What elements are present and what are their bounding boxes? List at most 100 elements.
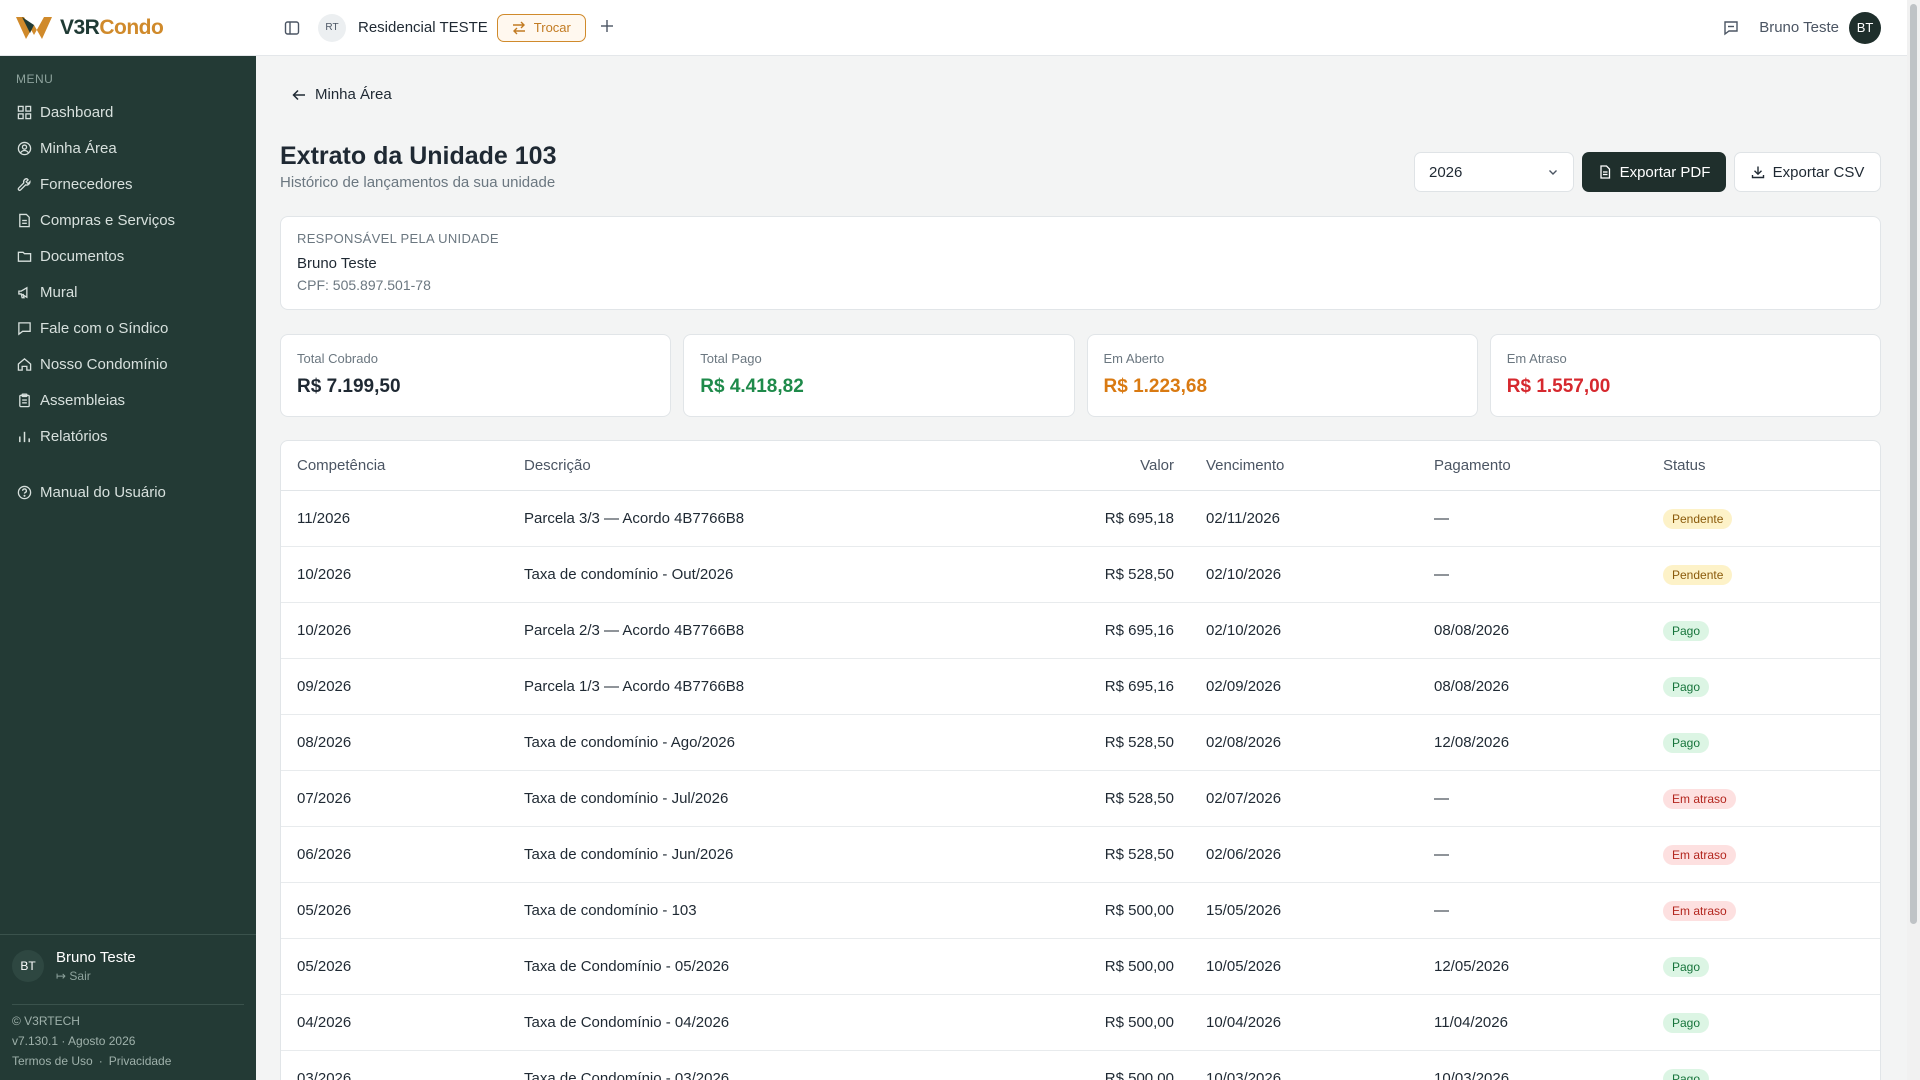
privacy-link[interactable]: Privacidade — [109, 1054, 172, 1068]
cell-valor: R$ 528,50 — [1104, 734, 1174, 751]
sidebar-item-dashboard[interactable]: Dashboard — [0, 94, 256, 130]
sidebar-toggle-button[interactable] — [278, 14, 306, 42]
col-status: Status — [1663, 457, 1706, 474]
cell-descricao: Taxa de condomínio - 103 — [524, 902, 697, 919]
help-circle-icon — [17, 485, 32, 499]
cell-pagamento: — — [1434, 566, 1449, 583]
cell-competencia: 05/2026 — [297, 902, 352, 919]
sidebar-item-manual[interactable]: Manual do Usuário — [0, 474, 256, 510]
scrollbar-thumb[interactable] — [1910, 4, 1917, 924]
col-vencimento: Vencimento — [1206, 457, 1285, 474]
add-condo-button[interactable] — [600, 16, 614, 39]
sidebar-item-nosso-condominio[interactable]: Nosso Condomínio — [0, 346, 256, 382]
logout-link[interactable]: ↦ Sair — [56, 969, 136, 983]
cell-pagamento: — — [1434, 902, 1449, 919]
cell-pagamento: 12/05/2026 — [1434, 958, 1510, 975]
table-row: 05/2026 Taxa de Condomínio - 05/2026 R$ 50… — [281, 939, 1880, 995]
responsible-label: RESPONSÁVEL PELA UNIDADE — [297, 231, 499, 246]
user-name[interactable]: Bruno Teste — [1759, 19, 1839, 36]
messages-button[interactable] — [1717, 14, 1745, 42]
user-avatar[interactable]: BT — [1849, 11, 1881, 44]
cell-status: Pago — [1663, 732, 1880, 753]
cell-descricao: Taxa de condomínio - Jun/2026 — [524, 846, 734, 863]
table-row: 11/2026 Parcela 3/3 — Acordo 4B7766B8 R$ 6… — [281, 491, 1880, 547]
sidebar-item-documentos[interactable]: Documentos — [0, 238, 256, 274]
responsible-card: RESPONSÁVEL PELA UNIDADE Bruno Teste CPF… — [280, 216, 1881, 310]
wrench-icon — [17, 177, 31, 191]
status-badge: Pago — [1663, 956, 1710, 977]
cell-pagamento: — — [1434, 510, 1449, 527]
year-select[interactable]: 2026 — [1414, 152, 1574, 192]
responsible-cpf: CPF: 505.897.501-78 — [297, 277, 431, 293]
sidebar-nav: Dashboard Minha Área Fornecedores Compra… — [0, 94, 256, 510]
file-icon — [1599, 165, 1610, 179]
cell-vencimento: 10/04/2026 — [1206, 1014, 1282, 1031]
logo[interactable]: V3RCondo — [0, 0, 256, 56]
condo-avatar: RT — [318, 13, 346, 42]
cell-competencia: 09/2026 — [297, 678, 352, 695]
cell-vencimento: 02/11/2026 — [1206, 510, 1280, 527]
sidebar-item-minha-area[interactable]: Minha Área — [0, 130, 256, 166]
table-row: 10/2026 Parcela 2/3 — Acordo 4B7766B8 R$ 6… — [281, 603, 1880, 659]
logo-text: V3RCondo — [60, 15, 164, 39]
cell-descricao: Taxa de Condomínio - 03/2026 — [524, 1070, 730, 1080]
page-subtitle: Histórico de lançamentos da sua unidade — [280, 174, 556, 191]
cell-status: Em atraso — [1663, 844, 1880, 865]
sidebar-item-compras-servicos[interactable]: Compras e Serviços — [0, 202, 256, 238]
download-icon — [1751, 166, 1764, 179]
footer-separator: · — [98, 1054, 103, 1068]
cell-status: Pendente — [1663, 508, 1880, 529]
logo-mark-icon — [16, 16, 52, 39]
status-badge: Pago — [1663, 676, 1710, 697]
chat-icon — [18, 321, 31, 335]
document-icon — [19, 213, 30, 227]
back-link[interactable]: Minha Área — [292, 86, 392, 103]
table-row: 10/2026 Taxa de condomínio - Out/2026 R$ 5… — [281, 547, 1880, 603]
arrow-left-icon — [292, 89, 305, 100]
cell-valor: R$ 500,00 — [1104, 1014, 1174, 1031]
col-descricao: Descrição — [524, 457, 591, 474]
table-row: 08/2026 Taxa de condomínio - Ago/2026 R$ 5… — [281, 715, 1880, 771]
status-badge: Em atraso — [1663, 788, 1736, 809]
sidebar-footer: © V3RTECH v7.130.1 · Agosto 2026 Termos … — [12, 1011, 177, 1071]
cell-status: Pago — [1663, 1012, 1880, 1033]
sidebar-item-assembleias[interactable]: Assembleias — [0, 382, 256, 418]
responsible-name: Bruno Teste — [297, 255, 377, 272]
sidebar-item-fale-sindico[interactable]: Fale com o Síndico — [0, 310, 256, 346]
cell-pagamento: 08/08/2026 — [1434, 678, 1510, 695]
stat-value: R$ 4.418,82 — [700, 376, 804, 397]
col-pagamento: Pagamento — [1434, 457, 1511, 474]
cell-vencimento: 02/10/2026 — [1206, 622, 1282, 639]
statement-table: Competência Descrição Valor Vencimento P… — [280, 440, 1881, 1080]
sidebar-item-relatorios[interactable]: Relatórios — [0, 418, 256, 454]
cell-competencia: 05/2026 — [297, 958, 352, 975]
sidebar-item-mural[interactable]: Mural — [0, 274, 256, 310]
sidebar-user-name: Bruno Teste — [56, 949, 136, 966]
table-row: 06/2026 Taxa de condomínio - Jun/2026 R$ 5… — [281, 827, 1880, 883]
terms-link[interactable]: Termos de Uso — [12, 1054, 93, 1068]
sidebar-divider — [0, 934, 256, 935]
export-pdf-button[interactable]: Exportar PDF — [1582, 152, 1726, 192]
cell-descricao: Taxa de Condomínio - 05/2026 — [524, 958, 730, 975]
status-badge: Em atraso — [1663, 900, 1736, 921]
top-bar: V3RCondo RT Residencial TESTE Trocar Bru… — [0, 0, 1907, 56]
cell-competencia: 08/2026 — [297, 734, 352, 751]
cell-pagamento: — — [1434, 790, 1449, 807]
status-badge: Pago — [1663, 732, 1710, 753]
table-row: 09/2026 Parcela 1/3 — Acordo 4B7766B8 R$ 6… — [281, 659, 1880, 715]
status-badge: Pendente — [1663, 508, 1733, 529]
cell-valor: R$ 500,00 — [1104, 1070, 1174, 1080]
scrollbar[interactable] — [1907, 0, 1920, 1080]
sidebar-item-fornecedores[interactable]: Fornecedores — [0, 166, 256, 202]
table-row: 07/2026 Taxa de condomínio - Jul/2026 R$ 5… — [281, 771, 1880, 827]
sidebar-user: BT Bruno Teste ↦ Sair — [12, 949, 136, 983]
cell-status: Em atraso — [1663, 900, 1880, 921]
switch-condo-button[interactable]: Trocar — [496, 13, 586, 42]
cell-descricao: Parcela 3/3 — Acordo 4B7766B8 — [524, 510, 745, 527]
cell-vencimento: 02/06/2026 — [1206, 846, 1282, 863]
export-csv-button[interactable]: Exportar CSV — [1734, 152, 1881, 192]
folder-icon — [17, 251, 32, 262]
stat-em-aberto: Em Aberto R$ 1.223,68 — [1086, 334, 1478, 417]
cell-valor: R$ 528,50 — [1104, 790, 1174, 807]
table-row: 03/2026 Taxa de Condomínio - 03/2026 R$ 50… — [281, 1051, 1880, 1080]
